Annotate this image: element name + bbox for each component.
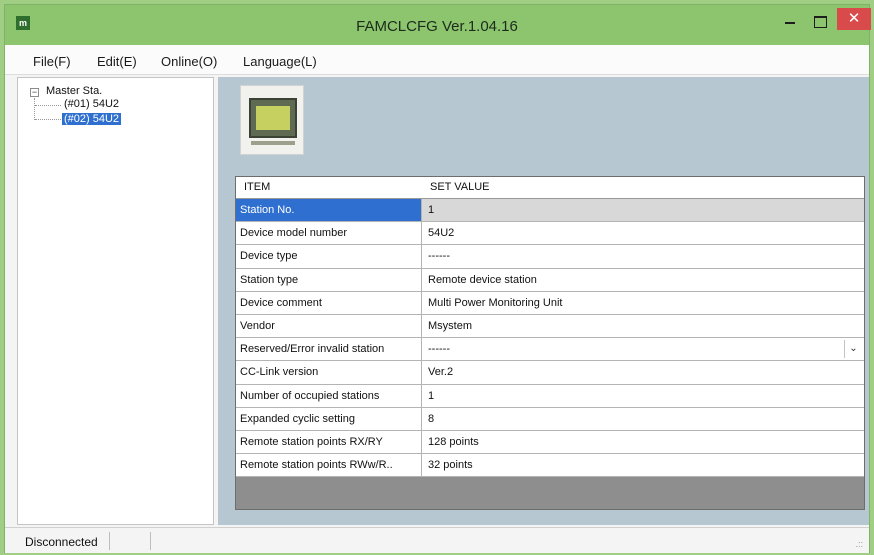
table-row[interactable]: Station No. 1 <box>236 199 864 223</box>
collapse-icon[interactable]: − <box>30 88 39 97</box>
row-item-label[interactable]: Expanded cyclic setting <box>236 407 422 430</box>
row-item-label[interactable]: Device model number <box>236 222 422 245</box>
tree-connector-line <box>35 119 61 120</box>
table-row[interactable]: Remote station points RX/RY 128 points <box>236 431 864 455</box>
resize-grip-icon[interactable]: .:: <box>855 539 863 549</box>
row-item-label[interactable]: Station type <box>236 268 422 291</box>
row-value-text: 8 <box>428 412 435 425</box>
window-title: FAMCLCFG Ver.1.04.16 <box>356 18 518 35</box>
row-item-label[interactable]: CC-Link version <box>236 361 422 384</box>
tree-connector-line <box>34 98 35 120</box>
table-row[interactable]: Device type ------ <box>236 245 864 269</box>
tree-root-master-station[interactable]: Master Sta. <box>46 85 102 97</box>
table-row[interactable]: Reserved/Error invalid station ------ ⌄ <box>236 338 864 362</box>
connection-status: Disconnected <box>25 535 98 549</box>
menu-bar: File(F) Edit(E) Online(O) Language(L) <box>5 45 869 75</box>
menu-edit[interactable]: Edit(E) <box>97 54 137 69</box>
row-item-label[interactable]: Number of occupied stations <box>236 384 422 407</box>
row-item-label[interactable]: Device comment <box>236 291 422 314</box>
device-base <box>251 141 295 145</box>
row-set-value[interactable]: Msystem <box>422 315 864 337</box>
settings-grid: ITEM SET VALUE Station No. 1 Device model … <box>235 176 865 510</box>
table-row[interactable]: Number of occupied stations 1 <box>236 384 864 408</box>
row-value-text: 128 points <box>428 436 479 448</box>
row-value-text: ------ <box>428 343 450 356</box>
title-bar[interactable]: m FAMCLCFG Ver.1.04.16 ✕ <box>5 5 871 45</box>
row-set-value[interactable]: Remote device station <box>422 269 864 291</box>
table-row[interactable]: Device comment Multi Power Monitoring Uni… <box>236 291 864 315</box>
table-row[interactable]: Remote station points RWw/R.. 32 points <box>236 454 864 478</box>
row-item-label[interactable]: Remote station points RWw/R.. <box>236 454 422 477</box>
table-row[interactable]: Device model number 54U2 <box>236 222 864 246</box>
maximize-button[interactable] <box>805 9 835 35</box>
row-value-text: Msystem <box>428 320 472 332</box>
status-bar: Disconnected .:: <box>5 527 869 553</box>
column-header-item: ITEM <box>244 181 271 193</box>
chevron-down-icon[interactable]: ⌄ <box>844 340 862 359</box>
row-item-label[interactable]: Remote station points RX/RY <box>236 431 422 454</box>
app-window: m FAMCLCFG Ver.1.04.16 ✕ File(F) Edit(E)… <box>4 4 871 553</box>
menu-file[interactable]: File(F) <box>33 54 71 69</box>
row-value-text: 54U2 <box>428 227 455 240</box>
row-value-text: 1 <box>428 389 435 402</box>
row-value-text: Multi Power Monitoring Unit <box>428 296 563 309</box>
row-set-value[interactable]: Ver.2 <box>422 361 864 383</box>
menu-online[interactable]: Online(O) <box>161 54 217 69</box>
row-item-label[interactable]: Station No. <box>236 199 422 222</box>
minimize-button[interactable] <box>775 9 805 35</box>
status-divider <box>109 532 110 550</box>
row-set-value[interactable]: 8 <box>422 408 864 430</box>
table-row[interactable]: Station type Remote device station <box>236 268 864 292</box>
station-tree[interactable]: − Master Sta. (#01) 54U2 (#02) 54U2 <box>17 77 214 525</box>
table-row[interactable]: CC-Link version Ver.2 <box>236 361 864 385</box>
table-row[interactable]: Expanded cyclic setting 8 <box>236 407 864 431</box>
row-item-label[interactable]: Device type <box>236 245 422 268</box>
tree-connector-line <box>35 105 61 106</box>
row-value-text: Ver.2 <box>428 366 454 379</box>
row-set-value[interactable]: 1 <box>422 199 864 221</box>
row-set-value[interactable]: 32 points <box>422 454 864 476</box>
close-button[interactable]: ✕ <box>837 8 871 30</box>
row-value-text: 32 points <box>428 459 473 472</box>
row-set-value[interactable]: 1 <box>422 385 864 407</box>
row-set-value[interactable]: 128 points <box>422 431 864 453</box>
row-value-text: Remote device station <box>428 273 537 286</box>
column-header-set-value: SET VALUE <box>430 181 490 193</box>
menu-language[interactable]: Language(L) <box>243 54 317 69</box>
device-lcd <box>256 106 290 130</box>
row-item-label[interactable]: Reserved/Error invalid station <box>236 338 422 361</box>
table-row[interactable]: Vendor Msystem <box>236 315 864 339</box>
status-divider <box>150 532 151 550</box>
row-set-value[interactable]: Multi Power Monitoring Unit <box>422 292 864 314</box>
reserved-station-select[interactable]: ------ ⌄ <box>422 338 864 360</box>
row-set-value[interactable]: ------ <box>422 245 864 267</box>
row-value-text: 1 <box>428 204 435 216</box>
device-image <box>240 85 304 155</box>
tree-item-station-01[interactable]: (#01) 54U2 <box>64 98 119 110</box>
content-pane: ITEM SET VALUE Station No. 1 Device model … <box>218 77 869 525</box>
device-screen <box>249 98 297 138</box>
tree-item-station-02[interactable]: (#02) 54U2 <box>62 113 122 125</box>
grid-header: ITEM SET VALUE <box>236 177 864 199</box>
row-set-value[interactable]: 54U2 <box>422 222 864 244</box>
row-value-text: ------ <box>428 250 450 263</box>
row-item-label[interactable]: Vendor <box>236 315 422 338</box>
